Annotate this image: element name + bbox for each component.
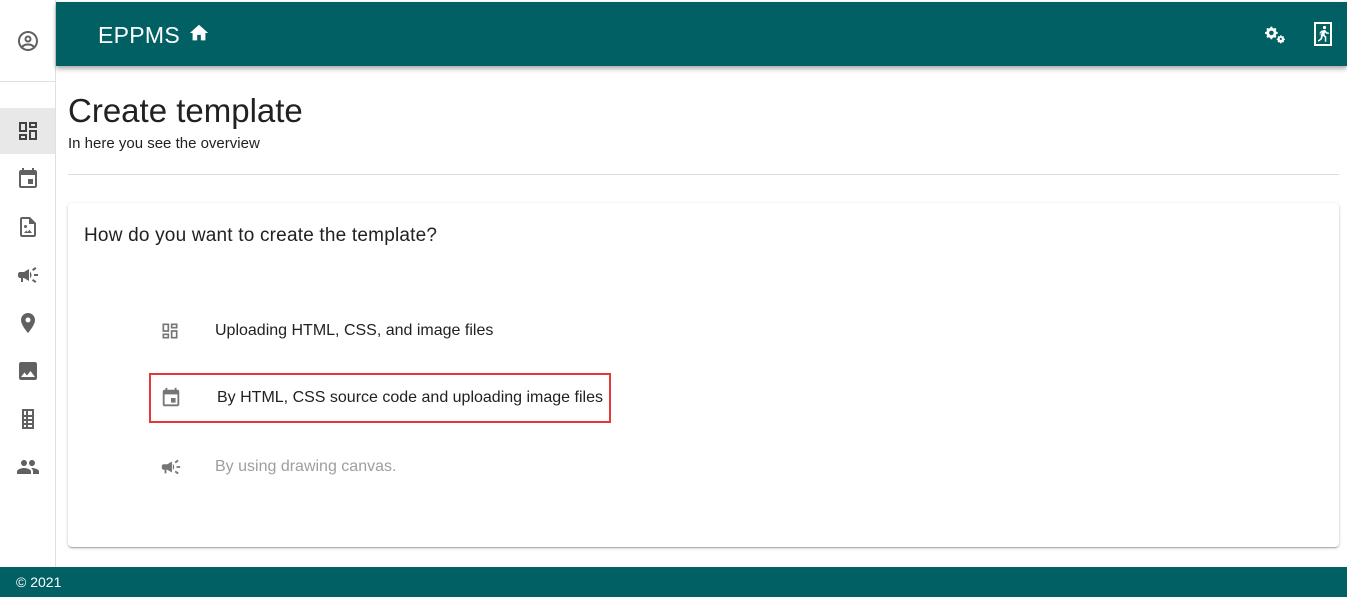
footer: © 2021	[0, 567, 1347, 597]
sidebar-item-users[interactable]	[0, 444, 55, 490]
card-title: How do you want to create the template?	[84, 225, 438, 246]
image-file-icon	[16, 215, 40, 239]
sidebar-item-dashboard[interactable]	[0, 108, 55, 154]
page-title: Create template	[68, 92, 303, 129]
logout-icon	[1311, 21, 1335, 47]
copyright-text: © 2021	[16, 574, 62, 590]
image-icon	[16, 359, 40, 383]
people-icon	[16, 455, 40, 479]
calendar-icon	[151, 387, 197, 409]
settings-icon	[1263, 22, 1287, 46]
calendar-icon	[16, 167, 40, 191]
sidebar-item-locations[interactable]	[0, 300, 55, 346]
option-label: By using drawing canvas.	[215, 458, 397, 475]
sidebar	[0, 0, 56, 567]
home-icon	[188, 22, 210, 50]
megaphone-icon	[16, 263, 40, 287]
account-button[interactable]	[0, 0, 55, 82]
building-icon	[16, 407, 40, 431]
account-circle-icon	[16, 29, 40, 53]
sidebar-item-images[interactable]	[0, 348, 55, 394]
app-bar: EPPMS	[56, 2, 1347, 66]
creation-method-card: How do you want to create the template? …	[68, 203, 1339, 547]
sidebar-item-campaigns[interactable]	[0, 252, 55, 298]
app-title-text: EPPMS	[98, 21, 181, 48]
sidebar-item-buildings[interactable]	[0, 396, 55, 442]
dashboard-icon	[16, 119, 40, 143]
option-label: Uploading HTML, CSS, and image files	[215, 322, 494, 339]
megaphone-icon	[149, 456, 195, 478]
option-upload-files[interactable]: Uploading HTML, CSS, and image files	[149, 306, 611, 356]
location-pin-icon	[16, 311, 40, 335]
option-source-code[interactable]: By HTML, CSS source code and uploading i…	[149, 373, 611, 423]
option-label: By HTML, CSS source code and uploading i…	[217, 389, 603, 406]
settings-button[interactable]	[1261, 20, 1289, 48]
dashboard-icon	[149, 321, 195, 341]
sidebar-item-image-file[interactable]	[0, 204, 55, 250]
sidebar-item-calendar[interactable]	[0, 156, 55, 202]
app-title[interactable]: EPPMS	[98, 21, 210, 49]
logout-button[interactable]	[1309, 20, 1337, 48]
option-drawing-canvas: By using drawing canvas.	[149, 442, 611, 492]
page-subtitle: In here you see the overview	[68, 135, 260, 152]
divider	[68, 174, 1339, 175]
